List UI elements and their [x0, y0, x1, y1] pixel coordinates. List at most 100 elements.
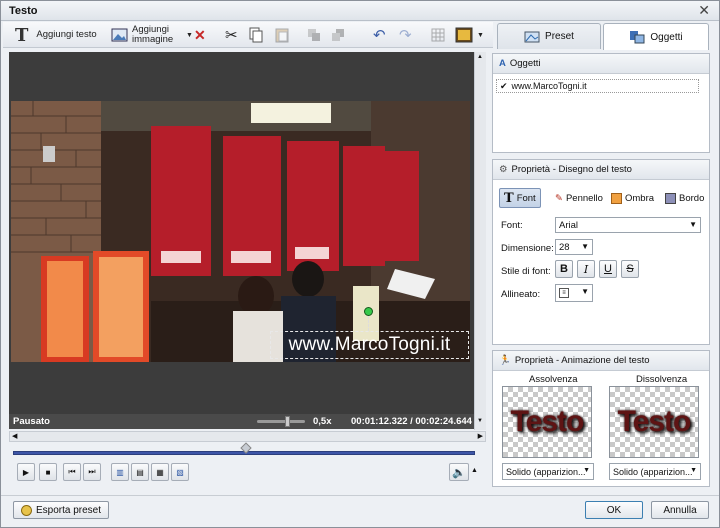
subtab-font[interactable]: T Font: [499, 188, 541, 208]
delete-icon[interactable]: ✕: [194, 22, 206, 48]
font-select[interactable]: Arial ▼: [555, 217, 701, 233]
font-value: Arial: [559, 219, 579, 231]
text-t-icon: T: [15, 24, 29, 46]
strikethrough-button[interactable]: S: [621, 260, 639, 278]
scroll-down-icon[interactable]: ▼: [477, 418, 483, 424]
selection-handle[interactable]: [364, 307, 373, 316]
copy-icon[interactable]: [249, 22, 263, 48]
align-right-button[interactable]: ▧: [171, 463, 189, 481]
object-name: www.MarcoTogni.it: [511, 81, 587, 91]
play-button[interactable]: ▶: [17, 463, 35, 481]
cancel-button[interactable]: Annulla: [651, 501, 709, 519]
stop-button[interactable]: ■: [39, 463, 57, 481]
ok-button[interactable]: OK: [585, 501, 643, 519]
shadow-icon: [611, 192, 622, 204]
chevron-down-icon: ▼: [583, 467, 590, 474]
animation-header-label: Proprietà - Animazione del testo: [514, 355, 650, 366]
chevron-down-icon: ▼: [689, 220, 697, 229]
vertical-scrollbar[interactable]: ▲ ▼: [474, 52, 486, 430]
footer-divider: [1, 495, 719, 496]
subtab-bordo[interactable]: Bordo: [665, 188, 704, 208]
undo-icon[interactable]: ↶: [373, 22, 386, 48]
fade-in-select-value: Solido (apparizion...: [506, 466, 586, 477]
close-icon[interactable]: ✕: [698, 2, 710, 19]
align-left-icon: ▥: [116, 467, 124, 477]
list-item[interactable]: ✔ www.MarcoTogni.it: [496, 79, 699, 93]
playback-status: Pausato: [13, 416, 50, 427]
previous-button[interactable]: ⏮: [63, 463, 81, 481]
subtab-ombra[interactable]: Ombra: [611, 188, 654, 208]
playback-status-bar: Pausato 0,5x 00:01:12.322 / 00:02:24.644: [9, 414, 474, 429]
redo-icon[interactable]: ↷: [399, 22, 412, 48]
add-text-label: Aggiungi testo: [36, 29, 97, 40]
add-text-button[interactable]: T Aggiungi testo: [15, 22, 97, 48]
align-fill-icon: ▦: [156, 467, 164, 477]
animation-header: 🏃 Proprietà - Animazione del testo: [493, 351, 709, 371]
subtab-pennello[interactable]: ✎ Pennello: [555, 188, 603, 208]
video-preview[interactable]: www.MarcoTogni.it: [9, 52, 474, 414]
export-preset-button[interactable]: Esporta preset: [13, 501, 109, 519]
tab-preset[interactable]: Preset: [497, 23, 601, 49]
side-tabs: Preset Oggetti: [497, 23, 715, 50]
zoom-slider-thumb[interactable]: [285, 416, 290, 427]
tab-oggetti[interactable]: Oggetti: [603, 23, 709, 50]
cut-icon[interactable]: ✂: [225, 22, 238, 48]
underline-button[interactable]: U: [599, 260, 617, 278]
scroll-right-icon[interactable]: ▶: [478, 432, 483, 440]
align-center-icon: ▤: [136, 467, 144, 477]
fade-out-preview-text: Testo: [617, 405, 692, 438]
zoom-level: 0,5x: [313, 416, 332, 427]
tab-oggetti-label: Oggetti: [650, 31, 683, 43]
send-back-icon[interactable]: [331, 22, 345, 48]
dialog-window: Testo ✕ T Aggiungi testo Aggiungi immagi…: [0, 0, 720, 528]
fade-in-label: Assolvenza: [529, 374, 578, 385]
size-select[interactable]: 28 ▼: [555, 239, 593, 255]
time-readout: 00:01:12.322 / 00:02:24.644: [351, 416, 472, 427]
align-center-button[interactable]: ▤: [131, 463, 149, 481]
grid-icon[interactable]: [431, 22, 445, 48]
bring-front-icon[interactable]: [307, 22, 321, 48]
bold-button[interactable]: B: [555, 260, 573, 278]
align-fill-button[interactable]: ▦: [151, 463, 169, 481]
selection-stem: [368, 316, 369, 331]
fade-in-preview[interactable]: Testo: [502, 386, 592, 458]
font-label: Font:: [501, 220, 523, 231]
subtab-ombra-label: Ombra: [625, 192, 655, 204]
align-left-button[interactable]: ▥: [111, 463, 129, 481]
horizontal-scrollbar[interactable]: ◀ ▶: [9, 431, 486, 442]
objects-header: A Oggetti: [493, 54, 709, 74]
scroll-up-icon[interactable]: ▲: [477, 54, 483, 60]
text-object-watermark[interactable]: www.MarcoTogni.it: [270, 331, 469, 359]
next-button[interactable]: ⏭: [83, 463, 101, 481]
chevron-down-icon[interactable]: ▼: [186, 32, 193, 39]
fade-out-preview[interactable]: Testo: [609, 386, 699, 458]
align-center-icon: ≡: [559, 288, 569, 298]
objects-icon: A: [499, 58, 506, 69]
volume-button[interactable]: 🔈: [449, 463, 469, 481]
chevron-down-icon[interactable]: ▼: [477, 22, 484, 48]
fade-in-select[interactable]: Solido (apparizion... ▼: [502, 463, 594, 480]
speaker-icon: 🔈: [452, 466, 466, 479]
objects-panel: A Oggetti ✔ www.MarcoTogni.it: [492, 53, 710, 153]
fade-out-select[interactable]: Solido (apparizion... ▼: [609, 463, 701, 480]
next-icon: ⏭: [88, 467, 96, 476]
safe-area-icon[interactable]: [455, 22, 473, 48]
stop-icon: ■: [45, 467, 51, 477]
scroll-left-icon[interactable]: ◀: [12, 432, 17, 440]
border-icon: [665, 192, 676, 204]
previous-icon: ⏮: [68, 467, 76, 476]
properties-icon: ⚙: [499, 164, 508, 175]
size-value: 28: [559, 241, 570, 253]
export-icon: [20, 504, 32, 516]
video-frame: www.MarcoTogni.it: [11, 101, 470, 362]
zoom-slider-track[interactable]: [257, 420, 305, 423]
align-select[interactable]: ≡ ▼: [555, 284, 593, 302]
add-image-button[interactable]: Aggiungi immagine ▼: [111, 22, 193, 48]
font-style-label: Stile di font:: [501, 266, 551, 277]
volume-arrow-icon[interactable]: ▲: [471, 467, 478, 474]
timeline[interactable]: [9, 442, 479, 459]
subtab-font-label: Font: [516, 192, 536, 204]
checkmark-icon[interactable]: ✔: [500, 81, 508, 92]
italic-button[interactable]: I: [577, 260, 595, 278]
paste-icon[interactable]: [275, 22, 289, 48]
